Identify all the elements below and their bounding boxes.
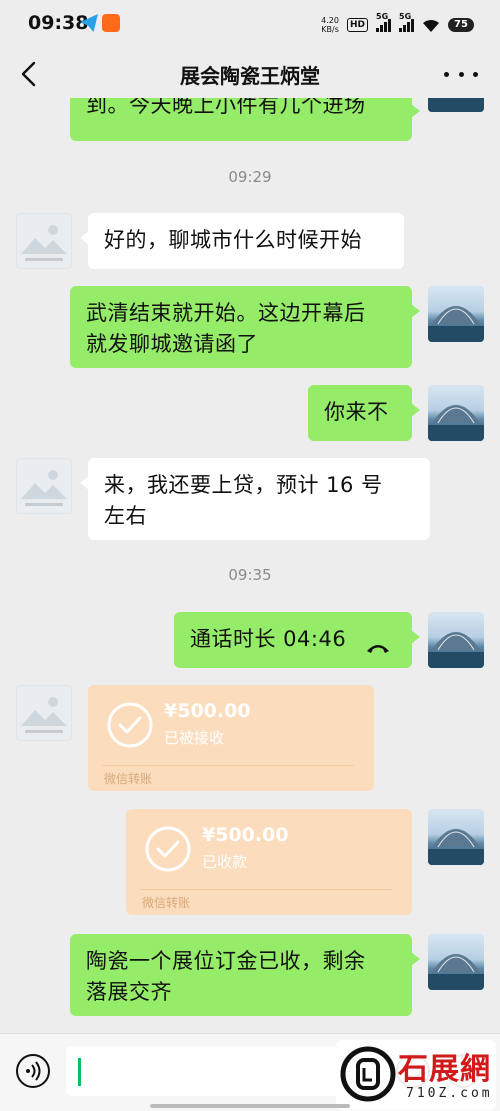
network-speed-value: 4.20 (321, 16, 339, 25)
avatar-image (428, 405, 484, 441)
transfer-status: 已被接收 (164, 729, 225, 747)
avatar[interactable] (428, 934, 484, 990)
avatar-image (428, 632, 484, 668)
transfer-status: 已收款 (202, 853, 248, 871)
watermark-domain: 710Z.com (406, 1086, 493, 1101)
timestamp: 09:35 (228, 566, 272, 584)
message-bubble-self[interactable]: 武清结束就开始。这边开幕后 就发聊城邀请函了 (70, 286, 420, 368)
signal-label-2: 5G (399, 12, 412, 21)
hd-badge: HD (346, 18, 368, 32)
divider (140, 889, 392, 890)
image-placeholder-icon (21, 470, 67, 506)
phone-hangup-icon (365, 633, 391, 653)
transfer-amount: ¥500.00 (202, 824, 289, 846)
avatar-image (428, 829, 484, 865)
avatar[interactable] (428, 286, 484, 342)
wifi-icon (422, 18, 440, 32)
divider (102, 765, 354, 766)
watermark-text: 石展網 (398, 1052, 491, 1087)
dot-icon (444, 71, 449, 77)
battery-icon: 75 (448, 18, 474, 32)
transfer-label: 微信转账 (142, 896, 191, 910)
avatar[interactable] (16, 685, 72, 741)
message-text: 你来不 (324, 400, 389, 424)
message-bubble-self[interactable]: 陶瓷一个展位订金已收，剩余 落展交齐 (70, 934, 420, 1016)
message-text: 好的，聊城市什么时候开始 (104, 228, 362, 252)
more-options-button[interactable] (444, 60, 478, 88)
chat-header: 展会陶瓷王炳堂 (0, 50, 500, 98)
status-bar: 09:38 4.20 KB/s HD 5G 5G 75 (0, 0, 500, 50)
transfer-card[interactable]: ¥500.00 已收款 微信转账 (126, 809, 412, 915)
network-speed-unit: KB/s (321, 25, 339, 34)
message-bubble-other[interactable]: 来，我还要上贷，预计 16 号 左右 (80, 458, 430, 540)
message-text-line: 武清结束就开始。这边开幕后 (86, 301, 366, 325)
avatar[interactable] (16, 213, 72, 269)
call-record-bubble[interactable]: 通话时长 04:46 (174, 612, 420, 668)
timestamp: 09:29 (228, 168, 272, 186)
voice-button[interactable] (16, 1054, 50, 1088)
avatar[interactable] (428, 385, 484, 441)
avatar[interactable] (428, 809, 484, 865)
avatar-image (428, 306, 484, 342)
network-speed: 4.20 KB/s (321, 16, 339, 34)
status-time: 09:38 (28, 12, 89, 34)
message-text-line: 陶瓷一个展位订金已收，剩余 (86, 949, 366, 973)
call-duration-text: 通话时长 04:46 (190, 627, 347, 651)
image-placeholder-icon (21, 697, 67, 733)
message-bubble-self[interactable]: 到。今天晚上小件有几个进场 (70, 98, 420, 141)
message-input[interactable] (66, 1046, 378, 1096)
message-text-line: 落展交齐 (86, 980, 172, 1004)
signal-icon: 5G (399, 12, 414, 32)
watermark-logo-icon (340, 1046, 396, 1102)
chat-screen: 09:38 4.20 KB/s HD 5G 5G 75 展会陶瓷王炳堂 到。今天… (0, 0, 500, 1111)
message-bubble-other[interactable]: 好的，聊城市什么时候开始 (80, 213, 404, 269)
transfer-card[interactable]: ¥500.00 已被接收 微信转账 (88, 685, 374, 791)
transfer-label: 微信转账 (104, 772, 153, 786)
checkmark-circle-icon (106, 701, 154, 749)
message-text-line: 来，我还要上贷，预计 16 号 (104, 473, 383, 497)
avatar-image (428, 954, 484, 990)
message-text: 到。今天晚上小件有几个进场 (86, 98, 366, 117)
voice-icon (26, 1061, 41, 1081)
signal-icon: 5G (376, 12, 391, 32)
home-indicator[interactable] (150, 1104, 350, 1108)
message-bubble-self[interactable]: 你来不 (308, 385, 420, 441)
text-cursor (78, 1058, 81, 1086)
transfer-amount: ¥500.00 (164, 700, 251, 722)
avatar[interactable] (428, 98, 484, 112)
avatar[interactable] (16, 458, 72, 514)
orange-app-icon (102, 14, 120, 32)
signal-label-1: 5G (376, 12, 389, 21)
message-text-line: 就发聊城邀请函了 (86, 332, 258, 356)
dot-icon (458, 71, 464, 77)
status-indicators: 4.20 KB/s HD 5G 5G 75 (321, 12, 474, 38)
message-text-line: 左右 (104, 504, 147, 528)
image-placeholder-icon (21, 225, 67, 261)
avatar-image (428, 98, 484, 112)
chat-title: 展会陶瓷王炳堂 (180, 64, 320, 88)
dot-icon (473, 71, 478, 77)
message-list[interactable]: 到。今天晚上小件有几个进场 09:29 好的，聊城市什么时候开始 武清结束就开始… (0, 98, 500, 1033)
avatar[interactable] (428, 612, 484, 668)
checkmark-circle-icon (144, 825, 192, 873)
watermark: 石展網 710Z.com (336, 1040, 496, 1110)
